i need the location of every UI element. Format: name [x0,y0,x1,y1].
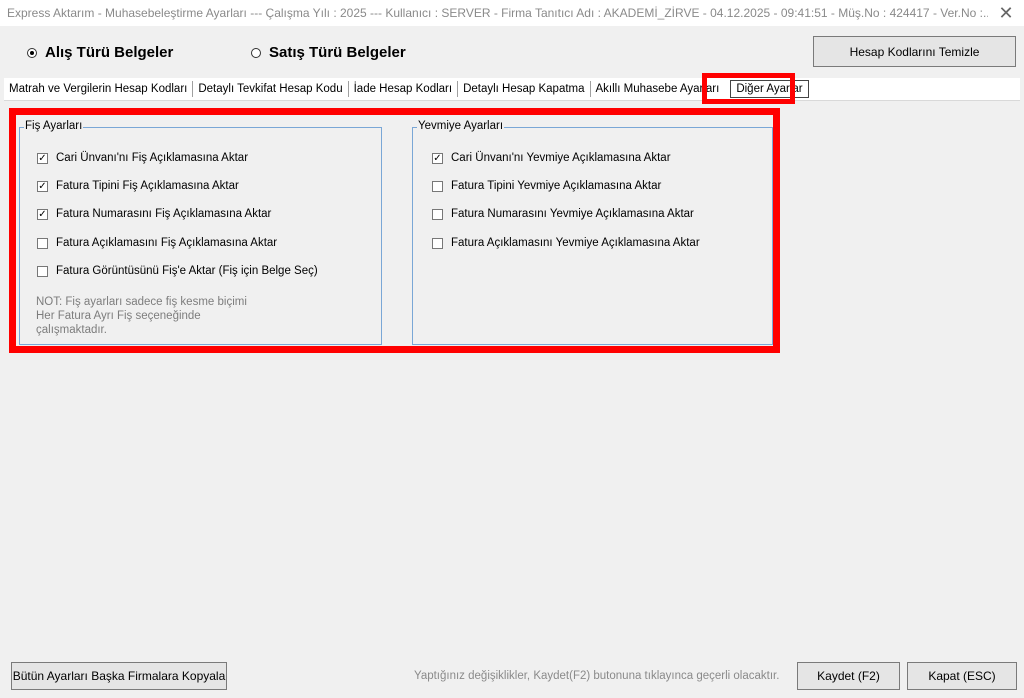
close-icon[interactable]: ✕ [988,3,1024,24]
radio-selected-icon [27,47,37,58]
save-button[interactable]: Kaydet (F2) [797,662,900,690]
copy-settings-button[interactable]: Bütün Ayarları Başka Firmalara Kopyala [11,662,227,690]
close-button[interactable]: Kapat (ESC) [907,662,1017,690]
window-title: Express Aktarım - Muhasebeleştirme Ayarl… [7,6,988,20]
radio-purchase-label: Alış Türü Belgeler [45,44,174,61]
radio-sales-label: Satış Türü Belgeler [269,44,406,61]
settings-highlight-box [9,108,780,353]
tab-withholding-account-code[interactable]: Detaylı Tevkifat Hesap Kodu [193,81,349,97]
tab-strip: Matrah ve Vergilerin Hesap Kodları Detay… [4,78,1020,101]
radio-unselected-icon [251,47,261,58]
tab-tax-account-codes[interactable]: Matrah ve Vergilerin Hesap Kodları [4,81,194,97]
title-bar: Express Aktarım - Muhasebeleştirme Ayarl… [0,0,1024,26]
radio-sales-documents[interactable]: Satış Türü Belgeler [251,44,406,61]
tab-highlight-box [702,73,795,104]
tab-return-account-codes[interactable]: İade Hesap Kodları [349,81,459,97]
tab-account-closing[interactable]: Detaylı Hesap Kapatma [458,81,591,97]
clear-account-codes-button[interactable]: Hesap Kodlarını Temizle [813,36,1016,67]
status-text: Yaptığınız değişiklikler, Kaydet(F2) but… [414,670,780,682]
radio-purchase-documents[interactable]: Alış Türü Belgeler [27,44,173,61]
